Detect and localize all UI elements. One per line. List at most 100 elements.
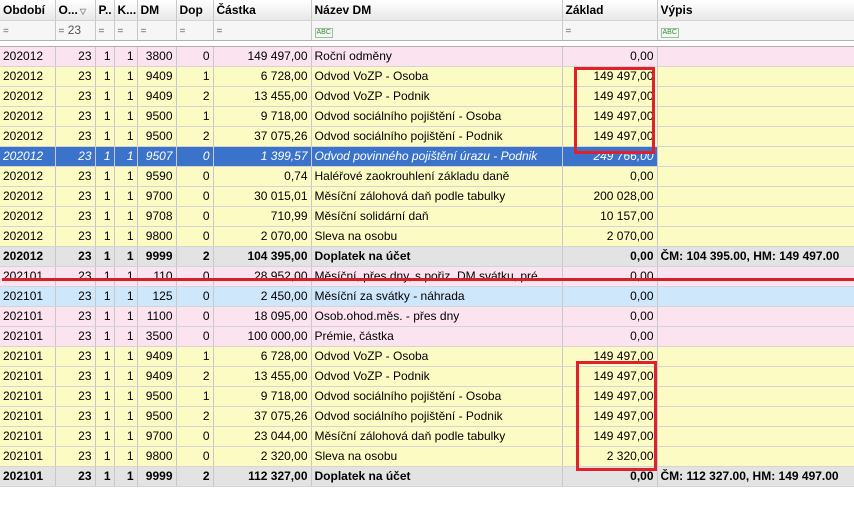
cell-nazev-dm[interactable]: Měsíční, přes dny, s pořiz. DM svátku, p… [311, 266, 563, 287]
cell-dop[interactable]: 2 [176, 466, 214, 487]
cell-dm[interactable]: 9999 [137, 246, 177, 267]
cell-zaklad[interactable]: 149 497,00 [562, 346, 658, 367]
cell-castka[interactable]: 9 718,00 [213, 386, 312, 407]
cell-obdobi[interactable]: 202101 [0, 366, 56, 387]
table-row[interactable]: 202101 23 1 1 9500 1 9 718,00 Odvod sociálního … [0, 386, 854, 407]
table-row[interactable]: 202012 23 1 1 9708 0 710,99 Měsíční solidární d… [0, 206, 854, 227]
filter-k[interactable]: = [114, 20, 138, 41]
cell-obdobi[interactable]: 202012 [0, 226, 56, 247]
cell-nazev-dm[interactable]: Doplatek na účet [311, 466, 563, 487]
cell-zaklad[interactable]: 2 070,00 [562, 226, 658, 247]
cell-p[interactable]: 1 [95, 266, 115, 287]
cell-k[interactable]: 1 [114, 306, 138, 327]
cell-p[interactable]: 1 [95, 306, 115, 327]
cell-dm[interactable]: 9500 [137, 386, 177, 407]
cell-o[interactable]: 23 [55, 446, 96, 467]
table-row[interactable]: 202012 23 1 1 9590 0 0,74 Haléřové zaokrouhlení… [0, 166, 854, 187]
cell-dop[interactable]: 2 [176, 366, 214, 387]
filter-obdobi[interactable]: = [0, 20, 56, 41]
table-row[interactable]: 202101 23 1 1 9500 2 37 075,26 Odvod sociálního… [0, 406, 854, 427]
cell-zaklad[interactable]: 0,00 [562, 306, 658, 327]
cell-dop[interactable]: 0 [176, 306, 214, 327]
table-row[interactable]: 202012 23 1 1 9500 2 37 075,26 Odvod sociálního… [0, 126, 854, 147]
cell-obdobi[interactable]: 202101 [0, 266, 56, 287]
col-header-o[interactable]: O... ▽ [55, 0, 96, 21]
cell-nazev-dm[interactable]: Roční odměny [311, 46, 563, 67]
filter-nazev-dm[interactable]: ABC [311, 20, 563, 41]
cell-vypis[interactable] [657, 406, 854, 427]
cell-castka[interactable]: 100 000,00 [213, 326, 312, 347]
filter-zaklad[interactable]: = [562, 20, 658, 41]
cell-zaklad[interactable]: 149 497,00 [562, 406, 658, 427]
cell-vypis[interactable] [657, 426, 854, 447]
cell-dm[interactable]: 9700 [137, 426, 177, 447]
cell-vypis[interactable] [657, 66, 854, 87]
cell-nazev-dm[interactable]: Odvod sociálního pojištění - Podnik [311, 406, 563, 427]
cell-zaklad[interactable]: 149 497,00 [562, 386, 658, 407]
cell-dm[interactable]: 9409 [137, 66, 177, 87]
cell-dop[interactable]: 0 [176, 286, 214, 307]
col-header-nazev-dm[interactable]: Název DM [311, 0, 563, 21]
cell-o[interactable]: 23 [55, 466, 96, 487]
cell-nazev-dm[interactable]: Sleva na osobu [311, 226, 563, 247]
filter-dop[interactable]: = [176, 20, 214, 41]
cell-dm[interactable]: 9507 [137, 146, 177, 167]
cell-obdobi[interactable]: 202101 [0, 446, 56, 467]
cell-obdobi[interactable]: 202012 [0, 126, 56, 147]
cell-castka[interactable]: 6 728,00 [213, 66, 312, 87]
cell-p[interactable]: 1 [95, 106, 115, 127]
cell-o[interactable]: 23 [55, 86, 96, 107]
cell-k[interactable]: 1 [114, 106, 138, 127]
cell-nazev-dm[interactable]: Odvod VoZP - Podnik [311, 366, 563, 387]
table-row[interactable]: 202012 23 1 1 9409 1 6 728,00 Odvod VoZP - Osob… [0, 66, 854, 87]
cell-obdobi[interactable]: 202012 [0, 206, 56, 227]
cell-p[interactable]: 1 [95, 346, 115, 367]
cell-nazev-dm[interactable]: Odvod sociálního pojištění - Osoba [311, 106, 563, 127]
cell-dm[interactable]: 9590 [137, 166, 177, 187]
cell-obdobi[interactable]: 202101 [0, 386, 56, 407]
cell-obdobi[interactable]: 202012 [0, 146, 56, 167]
cell-nazev-dm[interactable]: Měsíční zálohová daň podle tabulky [311, 186, 563, 207]
table-row[interactable]: 202101 23 1 1 110 0 28 952,00 Měsíční, přes dny… [0, 266, 854, 287]
cell-k[interactable]: 1 [114, 286, 138, 307]
cell-obdobi[interactable]: 202101 [0, 286, 56, 307]
filter-vypis[interactable]: ABC [657, 20, 854, 41]
col-header-castka[interactable]: Částka [213, 0, 312, 21]
cell-dop[interactable]: 2 [176, 246, 214, 267]
cell-p[interactable]: 1 [95, 366, 115, 387]
cell-dop[interactable]: 1 [176, 386, 214, 407]
cell-castka[interactable]: 710,99 [213, 206, 312, 227]
cell-dm[interactable]: 9800 [137, 226, 177, 247]
cell-k[interactable]: 1 [114, 46, 138, 67]
filter-funnel-icon[interactable]: ▽ [80, 7, 86, 16]
cell-vypis[interactable] [657, 86, 854, 107]
cell-o[interactable]: 23 [55, 66, 96, 87]
cell-vypis[interactable] [657, 146, 854, 167]
col-header-p[interactable]: P.. [95, 0, 115, 21]
cell-k[interactable]: 1 [114, 146, 138, 167]
cell-k[interactable]: 1 [114, 426, 138, 447]
total-row[interactable]: 202012 23 1 1 9999 2 104 395,00 Doplatek na úče… [0, 246, 854, 267]
cell-castka[interactable]: 2 070,00 [213, 226, 312, 247]
col-header-k[interactable]: K... [114, 0, 138, 21]
cell-p[interactable]: 1 [95, 206, 115, 227]
cell-dop[interactable]: 0 [176, 166, 214, 187]
cell-vypis[interactable] [657, 166, 854, 187]
cell-k[interactable]: 1 [114, 226, 138, 247]
col-header-dm[interactable]: DM [137, 0, 177, 21]
table-row[interactable]: 202012 23 1 1 9409 2 13 455,00 Odvod VoZP - Pod… [0, 86, 854, 107]
cell-vypis[interactable] [657, 326, 854, 347]
cell-dop[interactable]: 0 [176, 446, 214, 467]
cell-vypis[interactable] [657, 306, 854, 327]
cell-dm[interactable]: 1100 [137, 306, 177, 327]
cell-castka[interactable]: 23 044,00 [213, 426, 312, 447]
cell-k[interactable]: 1 [114, 266, 138, 287]
cell-k[interactable]: 1 [114, 386, 138, 407]
cell-obdobi[interactable]: 202012 [0, 86, 56, 107]
cell-castka[interactable]: 6 728,00 [213, 346, 312, 367]
cell-p[interactable]: 1 [95, 66, 115, 87]
cell-dm[interactable]: 9999 [137, 466, 177, 487]
cell-vypis[interactable] [657, 346, 854, 367]
cell-p[interactable]: 1 [95, 226, 115, 247]
cell-dm[interactable]: 110 [137, 266, 177, 287]
